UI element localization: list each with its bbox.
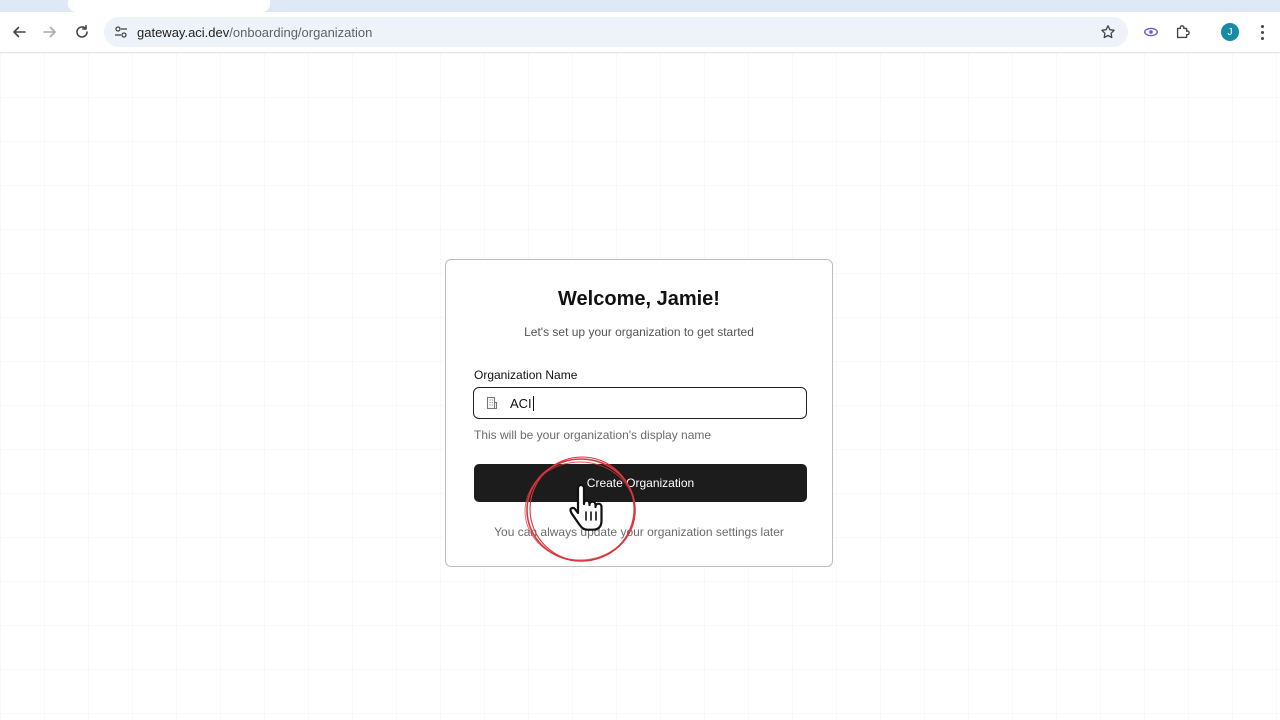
create-organization-label: Create Organization bbox=[586, 476, 695, 490]
tune-icon[interactable] bbox=[113, 24, 129, 40]
kebab-menu-icon[interactable] bbox=[1256, 22, 1268, 42]
extensions-button[interactable] bbox=[1173, 22, 1193, 42]
url-path: /onboarding/organization bbox=[229, 25, 373, 40]
browser-toolbar: gateway.aci.dev/onboarding/organization … bbox=[0, 12, 1280, 53]
tab-strip bbox=[0, 0, 1280, 12]
arrow-left-icon bbox=[13, 26, 26, 38]
page-title: Welcome, Jamie! bbox=[558, 288, 720, 310]
arrow-right-icon bbox=[43, 26, 56, 38]
create-organization-button[interactable]: Create Organization bbox=[474, 464, 807, 502]
eye-icon bbox=[1144, 27, 1158, 37]
subtitle: Let's set up your organization to get st… bbox=[524, 325, 754, 339]
back-button[interactable] bbox=[7, 20, 31, 44]
extension-button[interactable] bbox=[1141, 22, 1161, 42]
reload-icon bbox=[76, 25, 88, 38]
star-icon[interactable] bbox=[1100, 24, 1116, 40]
onboarding-card: Welcome, Jamie! Let's set up your organi… bbox=[445, 259, 833, 567]
organization-name-input[interactable]: ACI bbox=[473, 387, 807, 419]
page-background: Welcome, Jamie! Let's set up your organi… bbox=[0, 53, 1280, 720]
url-host: gateway.aci.dev bbox=[137, 25, 230, 40]
puzzle-icon bbox=[1176, 25, 1190, 39]
building-icon bbox=[486, 396, 498, 410]
organization-name-label: Organization Name bbox=[474, 368, 578, 382]
text-caret bbox=[532, 396, 534, 411]
footer-note: You can always update your organization … bbox=[494, 525, 784, 539]
avatar[interactable]: J bbox=[1221, 23, 1239, 41]
active-tab[interactable] bbox=[68, 0, 270, 12]
address-bar[interactable]: gateway.aci.dev/onboarding/organization bbox=[104, 17, 1128, 47]
forward-button[interactable] bbox=[38, 20, 62, 44]
reload-button[interactable] bbox=[70, 20, 94, 44]
organization-name-value: ACI bbox=[510, 396, 532, 411]
helper-text: This will be your organization's display… bbox=[474, 428, 712, 442]
url-text[interactable]: gateway.aci.dev/onboarding/organization bbox=[137, 25, 372, 40]
